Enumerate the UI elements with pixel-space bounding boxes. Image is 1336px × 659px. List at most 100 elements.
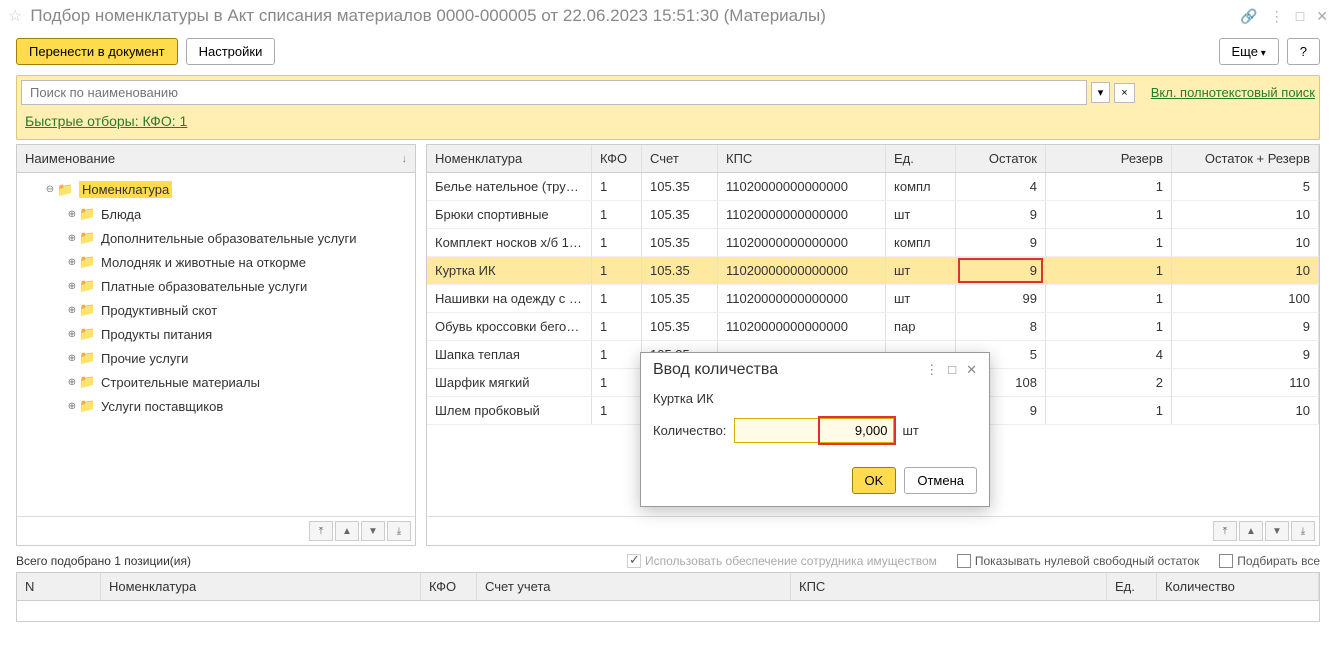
filter-bar: ▾ × Вкл. полнотекстовый поиск Быстрые от…	[16, 75, 1320, 140]
dialog-maximize-icon[interactable]: □	[948, 362, 956, 378]
ok-button[interactable]: OK	[852, 467, 897, 494]
maximize-icon[interactable]: □	[1296, 8, 1304, 25]
cell-nom: Нашивки на одежду с …	[427, 285, 592, 312]
cell-ost: 4	[956, 173, 1046, 200]
tree-root[interactable]: ⊖ 📁 Номенклатура	[17, 177, 415, 202]
cell-total: 10	[1172, 257, 1319, 284]
th-quantity[interactable]: Количество	[1157, 573, 1319, 600]
tree-item[interactable]: ⊕📁Блюда	[17, 202, 415, 226]
checkbox-icon[interactable]	[1219, 554, 1233, 568]
expand-icon[interactable]: ⊕	[65, 353, 79, 364]
expand-icon[interactable]: ⊕	[65, 233, 79, 244]
transfer-button[interactable]: Перенести в документ	[16, 38, 178, 65]
table-row[interactable]: Белье нательное (тру…1105.35110200000000…	[427, 173, 1319, 201]
search-clear-button[interactable]: ×	[1114, 83, 1134, 103]
expand-icon[interactable]: ⊕	[65, 401, 79, 412]
tree-item[interactable]: ⊕📁Продуктивный скот	[17, 298, 415, 322]
tree-item[interactable]: ⊕📁Молодняк и животные на откорме	[17, 250, 415, 274]
th-account[interactable]: Счет учета	[477, 573, 791, 600]
tree-item[interactable]: ⊕📁 Дополнительные образовательные услуги	[17, 226, 415, 250]
highlight-box	[958, 258, 1043, 283]
cell-kfo: 1	[592, 369, 642, 396]
th-reserve[interactable]: Резерв	[1046, 145, 1172, 172]
th-nomenclature[interactable]: Номенклатура	[101, 573, 421, 600]
nav-down-button[interactable]: ▼	[361, 521, 385, 541]
folder-icon: 📁	[79, 326, 97, 342]
tree-item[interactable]: ⊕📁Строительные материалы	[17, 370, 415, 394]
checkbox-icon[interactable]	[957, 554, 971, 568]
cell-nom: Куртка ИК	[427, 257, 592, 284]
cell-ost: 99	[956, 285, 1046, 312]
th-kps[interactable]: КПС	[791, 573, 1107, 600]
dialog-kebab-icon[interactable]: ⋮	[925, 362, 938, 378]
selection-count: Всего подобрано 1 позиции(ия)	[16, 554, 191, 568]
th-kfo[interactable]: КФО	[421, 573, 477, 600]
cell-kps: 11020000000000000	[718, 173, 886, 200]
dialog-item-name: Куртка ИК	[653, 391, 977, 406]
tree-item-label: Блюда	[101, 207, 141, 222]
table-row[interactable]: Брюки спортивные1105.3511020000000000000…	[427, 201, 1319, 229]
expand-icon[interactable]: ⊕	[65, 209, 79, 220]
cell-unit: шт	[886, 285, 956, 312]
th-kfo[interactable]: КФО	[592, 145, 642, 172]
expand-icon[interactable]: ⊕	[65, 305, 79, 316]
tree-item[interactable]: ⊕📁Платные образовательные услуги	[17, 274, 415, 298]
dialog-close-icon[interactable]: ✕	[966, 362, 977, 378]
close-icon[interactable]: ✕	[1316, 8, 1328, 25]
cell-res: 2	[1046, 369, 1172, 396]
cell-acct: 105.35	[642, 285, 718, 312]
cancel-button[interactable]: Отмена	[904, 467, 977, 494]
nav-bottom-button[interactable]: ⤓	[1291, 521, 1315, 541]
table-row[interactable]: Нашивки на одежду с …1105.35110200000000…	[427, 285, 1319, 313]
nav-up-button[interactable]: ▲	[1239, 521, 1263, 541]
nav-top-button[interactable]: ⤒	[309, 521, 333, 541]
nav-down-button[interactable]: ▼	[1265, 521, 1289, 541]
show-zero-check[interactable]: Показывать нулевой свободный остаток	[957, 554, 1199, 568]
tree-item[interactable]: ⊕📁Услуги поставщиков	[17, 394, 415, 418]
tree-header[interactable]: Наименование ↓	[17, 145, 415, 173]
expand-icon[interactable]: ⊖	[43, 184, 57, 195]
tree-item-label: Строительные материалы	[101, 375, 260, 390]
table-row[interactable]: Куртка ИК1105.3511020000000000000шт9110	[427, 257, 1319, 285]
nav-top-button[interactable]: ⤒	[1213, 521, 1237, 541]
more-button[interactable]: Еще	[1219, 38, 1279, 65]
quick-filters-link[interactable]: Быстрые отборы: КФО: 1	[25, 113, 187, 129]
th-n[interactable]: N	[17, 573, 101, 600]
nav-up-button[interactable]: ▲	[335, 521, 359, 541]
select-all-check[interactable]: Подбирать все	[1219, 554, 1320, 568]
help-button[interactable]: ?	[1287, 38, 1320, 65]
table-row[interactable]: Обувь кроссовки бего…1105.35110200000000…	[427, 313, 1319, 341]
expand-icon[interactable]: ⊕	[65, 377, 79, 388]
th-kps[interactable]: КПС	[718, 145, 886, 172]
expand-icon[interactable]: ⊕	[65, 257, 79, 268]
tree-item-label: Платные образовательные услуги	[101, 279, 307, 294]
cell-kps: 11020000000000000	[718, 313, 886, 340]
cell-nom: Брюки спортивные	[427, 201, 592, 228]
expand-icon[interactable]: ⊕	[65, 329, 79, 340]
settings-button[interactable]: Настройки	[186, 38, 276, 65]
folder-icon: 📁	[79, 230, 97, 246]
th-balance[interactable]: Остаток	[956, 145, 1046, 172]
tree-item-label: Дополнительные образовательные услуги	[101, 231, 357, 246]
th-unit[interactable]: Ед.	[886, 145, 956, 172]
folder-icon: 📁	[57, 182, 75, 198]
tree-item-label: Услуги поставщиков	[101, 399, 223, 414]
search-input[interactable]	[21, 80, 1087, 105]
th-nomenclature[interactable]: Номенклатура	[427, 145, 592, 172]
th-total[interactable]: Остаток + Резерв	[1172, 145, 1319, 172]
link-icon[interactable]: 🔗	[1240, 8, 1257, 25]
search-dropdown-button[interactable]: ▾	[1091, 82, 1111, 103]
th-account[interactable]: Счет	[642, 145, 718, 172]
quantity-input[interactable]	[734, 418, 894, 443]
nav-bottom-button[interactable]: ⤓	[387, 521, 411, 541]
tree-item[interactable]: ⊕📁Продукты питания	[17, 322, 415, 346]
tree-item-label: Прочие услуги	[101, 351, 188, 366]
kebab-icon[interactable]: ⋮	[1270, 8, 1284, 25]
tree-item[interactable]: ⊕📁Прочие услуги	[17, 346, 415, 370]
th-unit[interactable]: Ед.	[1107, 573, 1157, 600]
table-row[interactable]: Комплект носков х/б 1…1105.3511020000000…	[427, 229, 1319, 257]
fulltext-search-link[interactable]: Вкл. полнотекстовый поиск	[1151, 85, 1315, 100]
favorite-star-icon[interactable]: ☆	[8, 6, 22, 26]
expand-icon[interactable]: ⊕	[65, 281, 79, 292]
cell-kps: 11020000000000000	[718, 201, 886, 228]
